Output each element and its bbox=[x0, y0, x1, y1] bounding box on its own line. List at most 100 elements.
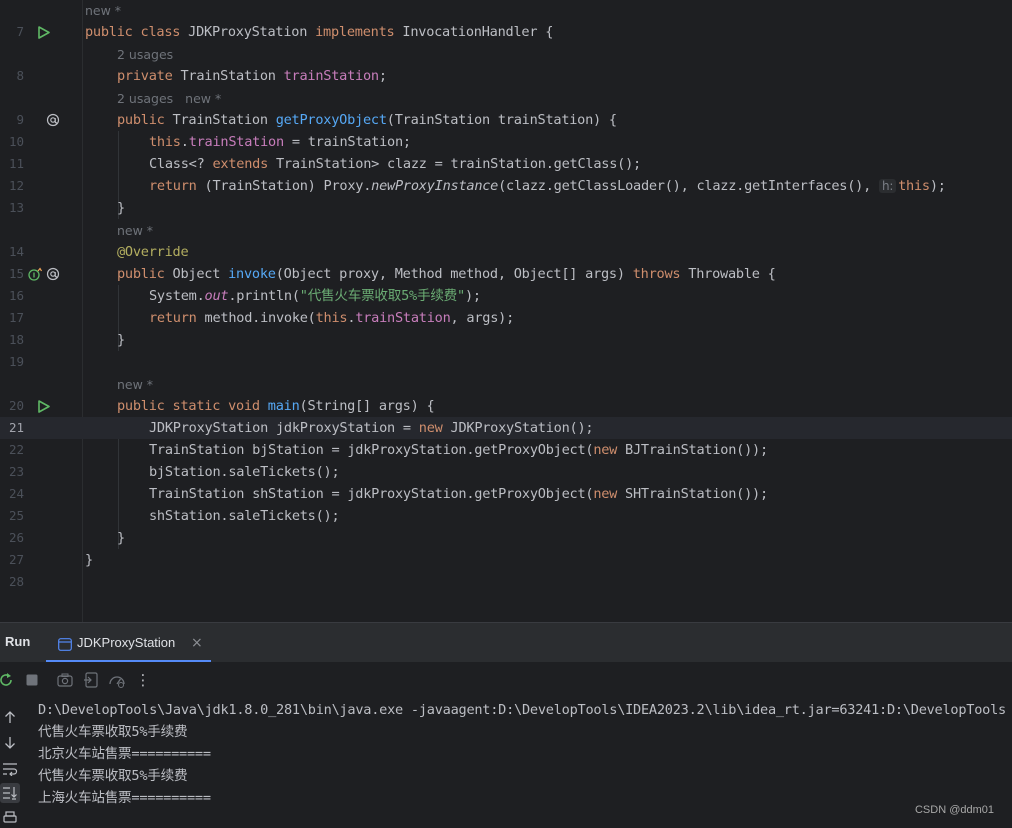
code-line[interactable]: 13 } bbox=[0, 197, 1012, 219]
code-line[interactable]: 16 System.out.println("代售火车票收取5%手续费"); bbox=[0, 285, 1012, 307]
code-text: System.out.println("代售火车票收取5%手续费"); bbox=[149, 288, 481, 304]
line-number: 19 bbox=[8, 354, 24, 369]
code-text: public TrainStation getProxyObject(Train… bbox=[117, 112, 617, 128]
run-panel-title[interactable]: Run bbox=[5, 634, 30, 649]
code-text: public class JDKProxyStation implements … bbox=[85, 24, 554, 40]
author-hint[interactable]: new * bbox=[85, 0, 133, 22]
code-text: shStation.saleTickets(); bbox=[149, 508, 340, 524]
line-number: 22 bbox=[8, 442, 24, 457]
code-line[interactable]: 28 bbox=[0, 571, 1012, 593]
usages-hint[interactable]: 2 usages new * bbox=[117, 88, 233, 110]
code-line[interactable]: 20 public static void main(String[] args… bbox=[0, 395, 1012, 417]
line-number: 10 bbox=[8, 134, 24, 149]
line-number: 12 bbox=[8, 178, 24, 193]
code-line[interactable]: 10 this.trainStation = trainStation; bbox=[0, 131, 1012, 153]
code-line[interactable]: 15 public Object invoke(Object proxy, Me… bbox=[0, 263, 1012, 285]
line-number: 8 bbox=[16, 68, 24, 83]
code-line[interactable]: 9 public TrainStation getProxyObject(Tra… bbox=[0, 109, 1012, 131]
console-line: 代售火车票收取5%手续费 bbox=[38, 724, 188, 740]
run-toolbar: ⋮ bbox=[0, 662, 1012, 698]
code-line[interactable]: 11 Class<? extends TrainStation> clazz =… bbox=[0, 153, 1012, 175]
line-number: 28 bbox=[8, 574, 24, 589]
code-text: return (TrainStation) Proxy.newProxyInst… bbox=[149, 178, 946, 194]
code-line[interactable]: 26 } bbox=[0, 527, 1012, 549]
implement-icon[interactable] bbox=[46, 263, 60, 285]
code-line[interactable]: 12 return (TrainStation) Proxy.newProxyI… bbox=[0, 175, 1012, 197]
code-text: return method.invoke(this.trainStation, … bbox=[149, 310, 515, 326]
scroll-to-end-icon[interactable] bbox=[0, 783, 20, 803]
line-number: 7 bbox=[16, 24, 24, 39]
stop-icon[interactable] bbox=[22, 670, 42, 690]
screenshot-icon[interactable] bbox=[55, 670, 75, 690]
run-icon[interactable] bbox=[37, 395, 50, 417]
watermark: CSDN @ddm01 bbox=[914, 804, 994, 816]
line-number: 21 bbox=[8, 420, 24, 435]
author-hint[interactable]: new * bbox=[117, 374, 165, 396]
coverage-icon[interactable] bbox=[107, 670, 127, 690]
code-text: private TrainStation trainStation; bbox=[117, 68, 387, 84]
code-text: public static void main(String[] args) { bbox=[117, 398, 435, 414]
console-line: 代售火车票收取5%手续费 bbox=[38, 768, 188, 784]
code-text: JDKProxyStation jdkProxyStation = new JD… bbox=[149, 420, 594, 436]
code-text: TrainStation bjStation = jdkProxyStation… bbox=[149, 442, 768, 458]
code-text: } bbox=[85, 552, 93, 568]
scroll-up-icon[interactable] bbox=[0, 707, 20, 727]
code-line[interactable]: 23 bjStation.saleTickets(); bbox=[0, 461, 1012, 483]
current-code-line[interactable]: 21 JDKProxyStation jdkProxyStation = new… bbox=[0, 417, 1012, 439]
code-line[interactable]: 24 TrainStation shStation = jdkProxyStat… bbox=[0, 483, 1012, 505]
tab-jdkproxystation[interactable]: JDKProxyStation × bbox=[46, 623, 211, 663]
code-text: TrainStation shStation = jdkProxyStation… bbox=[149, 486, 768, 502]
code-editor[interactable]: new * 7 public class JDKProxyStation imp… bbox=[0, 0, 1012, 622]
line-number: 9 bbox=[16, 112, 24, 127]
console-output[interactable]: D:\DevelopTools\Java\jdk1.8.0_281\bin\ja… bbox=[38, 699, 1012, 824]
export-icon[interactable] bbox=[81, 670, 101, 690]
line-number: 18 bbox=[8, 332, 24, 347]
line-number: 17 bbox=[8, 310, 24, 325]
code-line[interactable]: 18 } bbox=[0, 329, 1012, 351]
run-tool-window: Run JDKProxyStation × ⋮ D:\DevelopTools\… bbox=[0, 622, 1012, 824]
scroll-down-icon[interactable] bbox=[0, 733, 20, 753]
code-line[interactable]: 14 @Override bbox=[0, 241, 1012, 263]
console-line: D:\DevelopTools\Java\jdk1.8.0_281\bin\ja… bbox=[38, 702, 1006, 718]
code-text: bjStation.saleTickets(); bbox=[149, 464, 340, 480]
line-number: 20 bbox=[8, 398, 24, 413]
code-line[interactable]: 19 bbox=[0, 351, 1012, 373]
more-icon[interactable]: ⋮ bbox=[133, 670, 153, 690]
line-number: 26 bbox=[8, 530, 24, 545]
console-tab-icon bbox=[58, 636, 72, 655]
code-line[interactable]: 8 private TrainStation trainStation; bbox=[0, 65, 1012, 87]
close-tab-icon[interactable]: × bbox=[191, 635, 203, 651]
soft-wrap-icon[interactable] bbox=[0, 759, 20, 779]
console-side-toolbar bbox=[0, 698, 26, 824]
rerun-icon[interactable] bbox=[0, 670, 16, 690]
line-number: 15 bbox=[8, 266, 24, 281]
console-line: 上海火车站售票========== bbox=[38, 790, 211, 806]
code-text: } bbox=[117, 530, 125, 546]
code-text: this.trainStation = trainStation; bbox=[149, 134, 411, 150]
line-number: 13 bbox=[8, 200, 24, 215]
line-number: 25 bbox=[8, 508, 24, 523]
parameter-hint: h: bbox=[878, 179, 897, 193]
run-tool-window-header: Run JDKProxyStation × bbox=[0, 622, 1012, 663]
code-line[interactable]: 17 return method.invoke(this.trainStatio… bbox=[0, 307, 1012, 329]
usages-hint[interactable]: 2 usages bbox=[117, 44, 185, 66]
code-line[interactable]: 25 shStation.saleTickets(); bbox=[0, 505, 1012, 527]
line-number: 24 bbox=[8, 486, 24, 501]
run-icon[interactable] bbox=[37, 21, 50, 43]
author-hint[interactable]: new * bbox=[117, 220, 165, 242]
tab-label: JDKProxyStation bbox=[77, 635, 176, 650]
code-text: } bbox=[117, 332, 125, 348]
code-line[interactable]: 22 TrainStation bjStation = jdkProxyStat… bbox=[0, 439, 1012, 461]
code-text: @Override bbox=[117, 244, 189, 260]
console-line: 北京火车站售票========== bbox=[38, 746, 211, 762]
code-text: Class<? extends TrainStation> clazz = tr… bbox=[149, 156, 641, 172]
line-number: 27 bbox=[8, 552, 24, 567]
override-icon[interactable] bbox=[28, 263, 42, 285]
line-number: 11 bbox=[8, 156, 24, 171]
line-number: 14 bbox=[8, 244, 24, 259]
code-line[interactable]: 7 public class JDKProxyStation implement… bbox=[0, 21, 1012, 43]
implement-icon[interactable] bbox=[46, 109, 60, 131]
code-text: } bbox=[117, 200, 125, 216]
print-icon[interactable] bbox=[0, 808, 20, 828]
code-line[interactable]: 27 } bbox=[0, 549, 1012, 571]
